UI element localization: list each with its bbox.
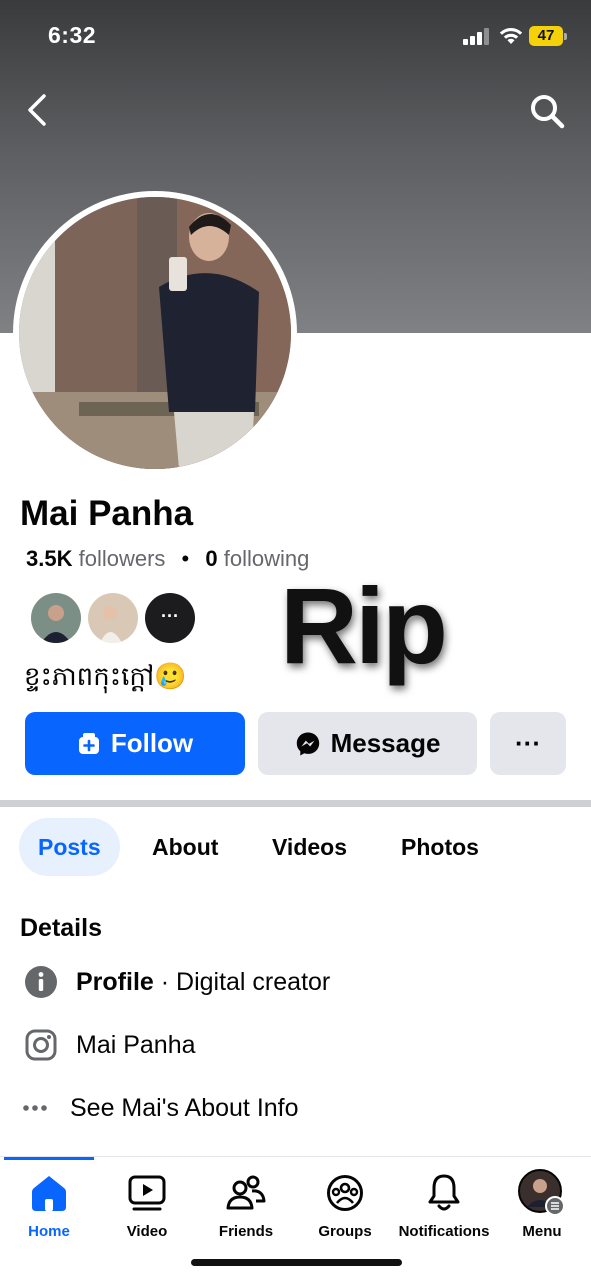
- tab-photos[interactable]: Photos: [401, 818, 479, 876]
- detail-about-info-text: See Mai's About Info: [70, 1094, 299, 1122]
- detail-row-profile[interactable]: Profile · Digital creator: [0, 960, 591, 1004]
- more-dots-icon: [23, 1105, 47, 1111]
- nav-groups[interactable]: Groups: [295, 1171, 395, 1240]
- tab-posts[interactable]: Posts: [19, 818, 120, 876]
- friend-avatar[interactable]: [88, 593, 138, 643]
- profile-photo-image: [19, 197, 291, 469]
- nav-notifications[interactable]: Notifications: [392, 1171, 496, 1240]
- video-icon: [128, 1175, 166, 1211]
- messenger-icon: [296, 732, 319, 755]
- search-icon[interactable]: [528, 92, 566, 130]
- more-friends-icon[interactable]: ···: [145, 593, 195, 643]
- active-tab-indicator: [4, 1157, 94, 1160]
- overlay-text: Rip: [280, 565, 448, 686]
- status-bar: 6:32 47: [0, 0, 591, 70]
- more-dots-icon: ···: [515, 728, 541, 758]
- nav-friends[interactable]: Friends: [196, 1171, 296, 1240]
- profile-tabs: Posts About Videos Photos: [0, 818, 591, 876]
- bell-icon: [428, 1174, 460, 1211]
- follow-button[interactable]: Follow: [25, 712, 245, 775]
- battery-icon: 47: [529, 26, 567, 46]
- profile-name: Mai Panha: [20, 494, 194, 533]
- friends-icon: [226, 1175, 266, 1210]
- follow-stats: 3.5K followers • 0 following: [26, 546, 309, 572]
- detail-instagram-text: Mai Panha: [76, 1031, 196, 1059]
- followers-count[interactable]: 3.5K: [26, 546, 72, 571]
- nav-video[interactable]: Video: [97, 1171, 197, 1240]
- stats-separator: •: [181, 546, 190, 571]
- friend-avatar[interactable]: [31, 593, 81, 643]
- back-arrow-icon[interactable]: [22, 92, 54, 128]
- menu-avatar-icon: [518, 1169, 565, 1216]
- info-icon: [25, 966, 57, 998]
- nav-menu[interactable]: Menu: [492, 1169, 591, 1240]
- section-divider: [0, 800, 591, 807]
- message-button[interactable]: Message: [258, 712, 477, 775]
- follow-icon: [78, 732, 99, 754]
- detail-row-instagram[interactable]: Mai Panha: [0, 1023, 591, 1067]
- profile-bio: ខ្ទះភាពកុះក្តៅ🥲: [24, 662, 187, 692]
- followers-label[interactable]: followers: [79, 546, 166, 571]
- wifi-icon: [499, 28, 523, 44]
- nav-home[interactable]: Home: [0, 1171, 99, 1240]
- profile-picture[interactable]: [13, 191, 297, 475]
- more-options-button[interactable]: ···: [490, 712, 566, 775]
- detail-row-about-info[interactable]: See Mai's About Info: [0, 1086, 591, 1130]
- following-count[interactable]: 0: [205, 546, 217, 571]
- follow-label: Follow: [110, 728, 194, 758]
- detail-profile-label: Profile: [76, 968, 154, 996]
- groups-icon: [327, 1175, 363, 1211]
- instagram-icon: [25, 1029, 57, 1061]
- status-time: 6:32: [48, 22, 97, 48]
- tab-videos[interactable]: Videos: [272, 818, 347, 876]
- details-heading: Details: [20, 914, 102, 942]
- home-icon: [32, 1176, 66, 1211]
- message-label: Message: [330, 728, 441, 758]
- tab-about[interactable]: About: [152, 818, 218, 876]
- cellular-signal-icon: [463, 28, 489, 45]
- home-indicator: [191, 1259, 402, 1266]
- detail-profile-category: · Digital creator: [153, 968, 331, 996]
